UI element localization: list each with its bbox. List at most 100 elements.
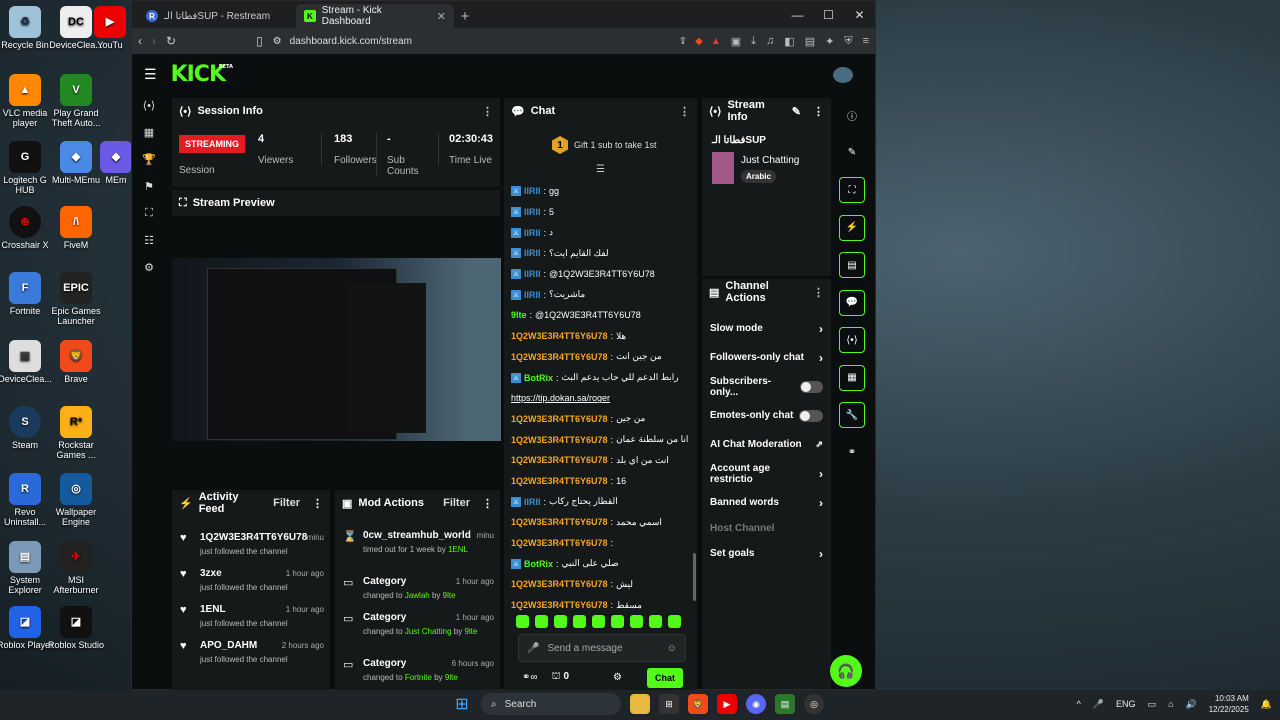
bookmark-icon[interactable]: ▯ bbox=[256, 34, 263, 48]
display-icon[interactable]: ▭ bbox=[1148, 699, 1157, 710]
emote-icon[interactable] bbox=[592, 615, 605, 628]
desktop-icon-epic[interactable]: EPIC Epic Games Launcher bbox=[46, 272, 106, 326]
new-tab-button[interactable]: + bbox=[454, 4, 476, 28]
chat-username[interactable]: IIRII bbox=[524, 207, 541, 217]
microphone-tray-icon[interactable]: 🎤 bbox=[1093, 699, 1104, 710]
site-info-icon[interactable]: ⚙ bbox=[273, 36, 282, 47]
fullscreen-icon[interactable]: ⛶ bbox=[132, 207, 166, 234]
tab-kick-dashboard[interactable]: K Stream - Kick Dashboard ✕ bbox=[296, 4, 454, 28]
desktop-icon-rockstar[interactable]: R* Rockstar Games ... bbox=[46, 406, 106, 460]
desktop-icon-fivem[interactable]: /\ FiveM bbox=[46, 206, 106, 250]
maximize-icon[interactable]: ☐ bbox=[813, 1, 844, 28]
chat-username[interactable]: IIRII bbox=[524, 228, 541, 238]
chat-username[interactable]: 1Q2W3E3R4TT6Y6U78 bbox=[511, 414, 608, 424]
pen-icon[interactable]: ✎ bbox=[839, 140, 865, 166]
sidebar-icon[interactable]: ◧ bbox=[784, 35, 794, 48]
desktop-icon-msi[interactable]: ✈ MSI Afterburner bbox=[46, 541, 106, 595]
toggle-switch[interactable] bbox=[799, 409, 823, 422]
minimize-icon[interactable]: — bbox=[782, 1, 813, 28]
notes-rail-icon[interactable]: ▤ bbox=[839, 252, 865, 278]
obs-icon[interactable]: ◎ bbox=[804, 694, 824, 714]
close-window-icon[interactable]: ✕ bbox=[844, 1, 875, 28]
media-icon[interactable]: ♫ bbox=[766, 35, 774, 48]
chat-username[interactable]: IIRII bbox=[524, 248, 541, 258]
layout-rail-icon[interactable]: ▦ bbox=[839, 364, 865, 391]
mod-filter-button[interactable]: Filter bbox=[443, 497, 470, 509]
wrench-rail-icon[interactable]: 🔧 bbox=[839, 402, 865, 428]
store-icon[interactable]: ⊞ bbox=[659, 694, 679, 714]
chat-username[interactable]: 1Q2W3E3R4TT6Y6U78 bbox=[511, 600, 608, 610]
chat-username[interactable]: BotRix bbox=[524, 373, 553, 383]
emote-icon[interactable] bbox=[516, 615, 529, 628]
chat-input[interactable]: 🎤 Send a message ☺ bbox=[518, 634, 686, 662]
close-tab-icon[interactable]: ✕ bbox=[437, 10, 446, 23]
chat-username[interactable]: IIRII bbox=[524, 497, 541, 507]
stream-info-more-icon[interactable]: ⋮ bbox=[813, 105, 824, 118]
chat-username[interactable]: 1Q2W3E3R4TT6Y6U78 bbox=[511, 538, 608, 548]
chat-username[interactable]: IIRII bbox=[524, 290, 541, 300]
windows-start-icon[interactable]: ⊞ bbox=[452, 694, 472, 714]
dashboard-icon[interactable]: ▦ bbox=[132, 126, 166, 153]
kicks-icon[interactable]: ⛫ 0 bbox=[552, 671, 570, 684]
download-icon[interactable]: ⤓ bbox=[751, 35, 756, 48]
channel-actions-more-icon[interactable]: ⋮ bbox=[813, 286, 824, 299]
leo-icon[interactable]: ✦ bbox=[825, 35, 834, 48]
chat-username[interactable]: 1Q2W3E3R4TT6Y6U78 bbox=[511, 476, 608, 486]
community-rail-icon[interactable]: ⚭ bbox=[839, 440, 865, 466]
support-chat-button[interactable]: 🎧 bbox=[830, 655, 862, 687]
tray-overflow-icon[interactable]: ^ bbox=[1077, 699, 1081, 709]
broadcast-rail-icon[interactable]: ⟨•⟩ bbox=[839, 327, 865, 353]
menu-icon[interactable]: ≡ bbox=[863, 35, 869, 48]
wallet-2-icon[interactable]: ▤ bbox=[805, 35, 815, 48]
chat-text[interactable]: https://tip.dokan.sa/roger bbox=[511, 393, 610, 403]
brave-shield-icon[interactable]: ◆ bbox=[695, 36, 703, 47]
chat-username[interactable]: 1Q2W3E3R4TT6Y6U78 bbox=[511, 455, 608, 465]
mod-more-icon[interactable]: ⋮ bbox=[482, 497, 493, 510]
emote-icon[interactable] bbox=[668, 615, 681, 628]
desktop-icon-youtube[interactable]: ▶ YouTu bbox=[90, 6, 130, 50]
chat-username[interactable]: 1Q2W3E3R4TT6Y6U78 bbox=[511, 331, 608, 341]
reload-icon[interactable]: ↻ bbox=[166, 34, 176, 48]
trophy-icon[interactable]: 🏆 bbox=[132, 153, 166, 180]
emoji-icon[interactable]: ☺ bbox=[667, 643, 677, 654]
discord-icon[interactable]: ◉ bbox=[746, 694, 766, 714]
activity-filter-button[interactable]: Filter bbox=[273, 497, 300, 509]
pinned-toggle-icon[interactable]: ☰ bbox=[596, 164, 605, 175]
slow-mode-button[interactable]: Slow mode › bbox=[702, 314, 831, 343]
info-icon[interactable]: ⓘ bbox=[839, 102, 865, 128]
chat-username[interactable]: 1Q2W3E3R4TT6Y6U78 bbox=[511, 435, 608, 445]
chat-username[interactable]: 9lte bbox=[511, 310, 527, 320]
toggle-switch[interactable] bbox=[799, 380, 823, 393]
chat-rail-icon[interactable]: 💬 bbox=[839, 289, 865, 316]
user-avatar[interactable] bbox=[833, 67, 853, 83]
hamburger-icon[interactable]: ☰ bbox=[144, 66, 157, 83]
clock[interactable]: 10:03 AM 12/22/2025 bbox=[1209, 693, 1249, 715]
emote-icon[interactable] bbox=[554, 615, 567, 628]
community-icon[interactable]: ☷ bbox=[132, 234, 166, 261]
file-explorer-icon[interactable] bbox=[630, 694, 650, 714]
chat-username[interactable]: 1Q2W3E3R4TT6Y6U78 bbox=[511, 352, 608, 362]
url-field[interactable]: ⚙ dashboard.kick.com/stream ⇪ ◆ ▲ bbox=[273, 36, 721, 47]
set-goals-button[interactable]: Set goals › bbox=[702, 539, 831, 568]
desktop-icon-gta[interactable]: V Play Grand Theft Auto... bbox=[46, 74, 106, 128]
fullscreen-rail-icon[interactable]: ⛶ bbox=[839, 177, 865, 203]
brave-rewards-icon[interactable]: ▲ bbox=[711, 36, 721, 47]
activity-more-icon[interactable]: ⋮ bbox=[312, 497, 323, 510]
vpn-icon[interactable]: ⛨ bbox=[844, 35, 852, 48]
forward-icon[interactable]: › bbox=[152, 34, 156, 48]
send-chat-button[interactable]: Chat bbox=[647, 668, 683, 688]
emote-icon[interactable] bbox=[535, 615, 548, 628]
brave-taskbar-icon[interactable]: 🦁 bbox=[688, 694, 708, 714]
chat-username[interactable]: 1Q2W3E3R4TT6Y6U78 bbox=[511, 579, 608, 589]
notifications-icon[interactable]: 🔔 bbox=[1261, 699, 1272, 710]
stream-icon[interactable]: ⟨•⟩ bbox=[132, 99, 166, 126]
desktop-icon-memu[interactable]: ◆ MEm bbox=[100, 141, 132, 185]
community-link-icon[interactable]: ⚭∞ bbox=[522, 672, 538, 683]
chat-username[interactable]: BotRix bbox=[524, 559, 553, 569]
account-age-button[interactable]: Account age restrictio › bbox=[702, 459, 831, 488]
share-icon[interactable]: ⇪ bbox=[679, 36, 687, 47]
mic-icon[interactable]: 🎤 bbox=[527, 643, 539, 654]
chat-username[interactable]: 1Q2W3E3R4TT6Y6U78 bbox=[511, 517, 608, 527]
chat-settings-icon[interactable]: ⚙ bbox=[613, 672, 622, 683]
bolt-rail-icon[interactable]: ⚡ bbox=[839, 214, 865, 241]
